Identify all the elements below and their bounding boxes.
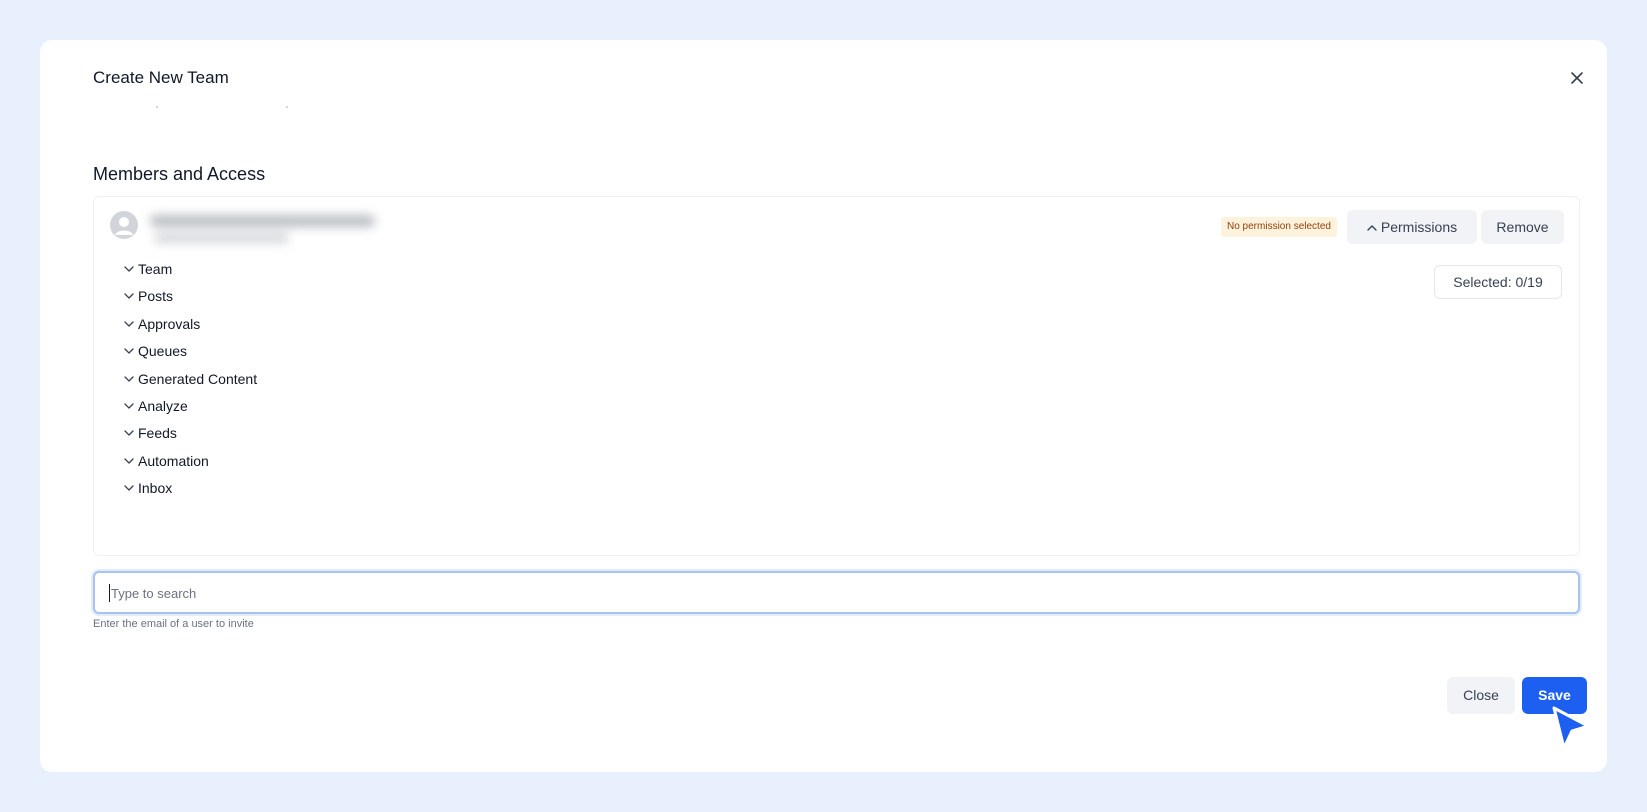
permission-group-label: Analyze xyxy=(138,398,188,414)
permission-group-label: Generated Content xyxy=(138,371,258,387)
chevron-down-icon xyxy=(124,266,134,272)
members-section-title: Members and Access xyxy=(93,164,266,184)
chevron-up-icon xyxy=(1367,225,1377,231)
permission-status-badge: No permission selected xyxy=(1221,217,1337,237)
permission-group-label: Approvals xyxy=(138,316,201,332)
remove-member-button[interactable]: Remove xyxy=(1481,210,1564,244)
chevron-down-icon xyxy=(124,321,134,327)
close-icon[interactable] xyxy=(1569,70,1585,86)
chevron-down-icon xyxy=(124,430,134,436)
permissions-button-label: Permissions xyxy=(1380,219,1458,235)
permission-group-label: Team xyxy=(138,261,173,277)
chevron-down-icon xyxy=(124,458,134,464)
member-card: No permission selected Permissions Remov… xyxy=(93,196,1580,556)
search-input[interactable] xyxy=(109,573,1553,614)
permission-group-label: Automation xyxy=(138,453,209,469)
close-button[interactable]: Close xyxy=(1447,677,1515,714)
page-background: Create New Team Members and Access No pe… xyxy=(0,0,1647,812)
user-search-field[interactable] xyxy=(93,571,1580,614)
chevron-down-icon xyxy=(124,348,134,354)
modal-title: Create New Team xyxy=(93,68,229,87)
member-name-redacted xyxy=(144,207,389,251)
selected-count: Selected: 0/19 xyxy=(1434,265,1562,299)
mouse-pointer-icon xyxy=(1552,706,1590,750)
chevron-down-icon xyxy=(124,403,134,409)
permission-group-label: Feeds xyxy=(138,425,177,441)
faint-marks xyxy=(156,106,288,108)
avatar xyxy=(110,211,138,239)
permission-group-label: Inbox xyxy=(138,480,173,496)
search-hint: Enter the email of a user to invite xyxy=(93,618,254,630)
permission-group-label: Queues xyxy=(138,343,188,359)
permission-group-label: Posts xyxy=(138,288,174,304)
chevron-down-icon xyxy=(124,485,134,491)
chevron-down-icon xyxy=(124,293,134,299)
permissions-button[interactable]: Permissions xyxy=(1347,210,1477,244)
chevron-down-icon xyxy=(124,376,134,382)
create-team-modal: Create New Team Members and Access No pe… xyxy=(40,40,1607,772)
